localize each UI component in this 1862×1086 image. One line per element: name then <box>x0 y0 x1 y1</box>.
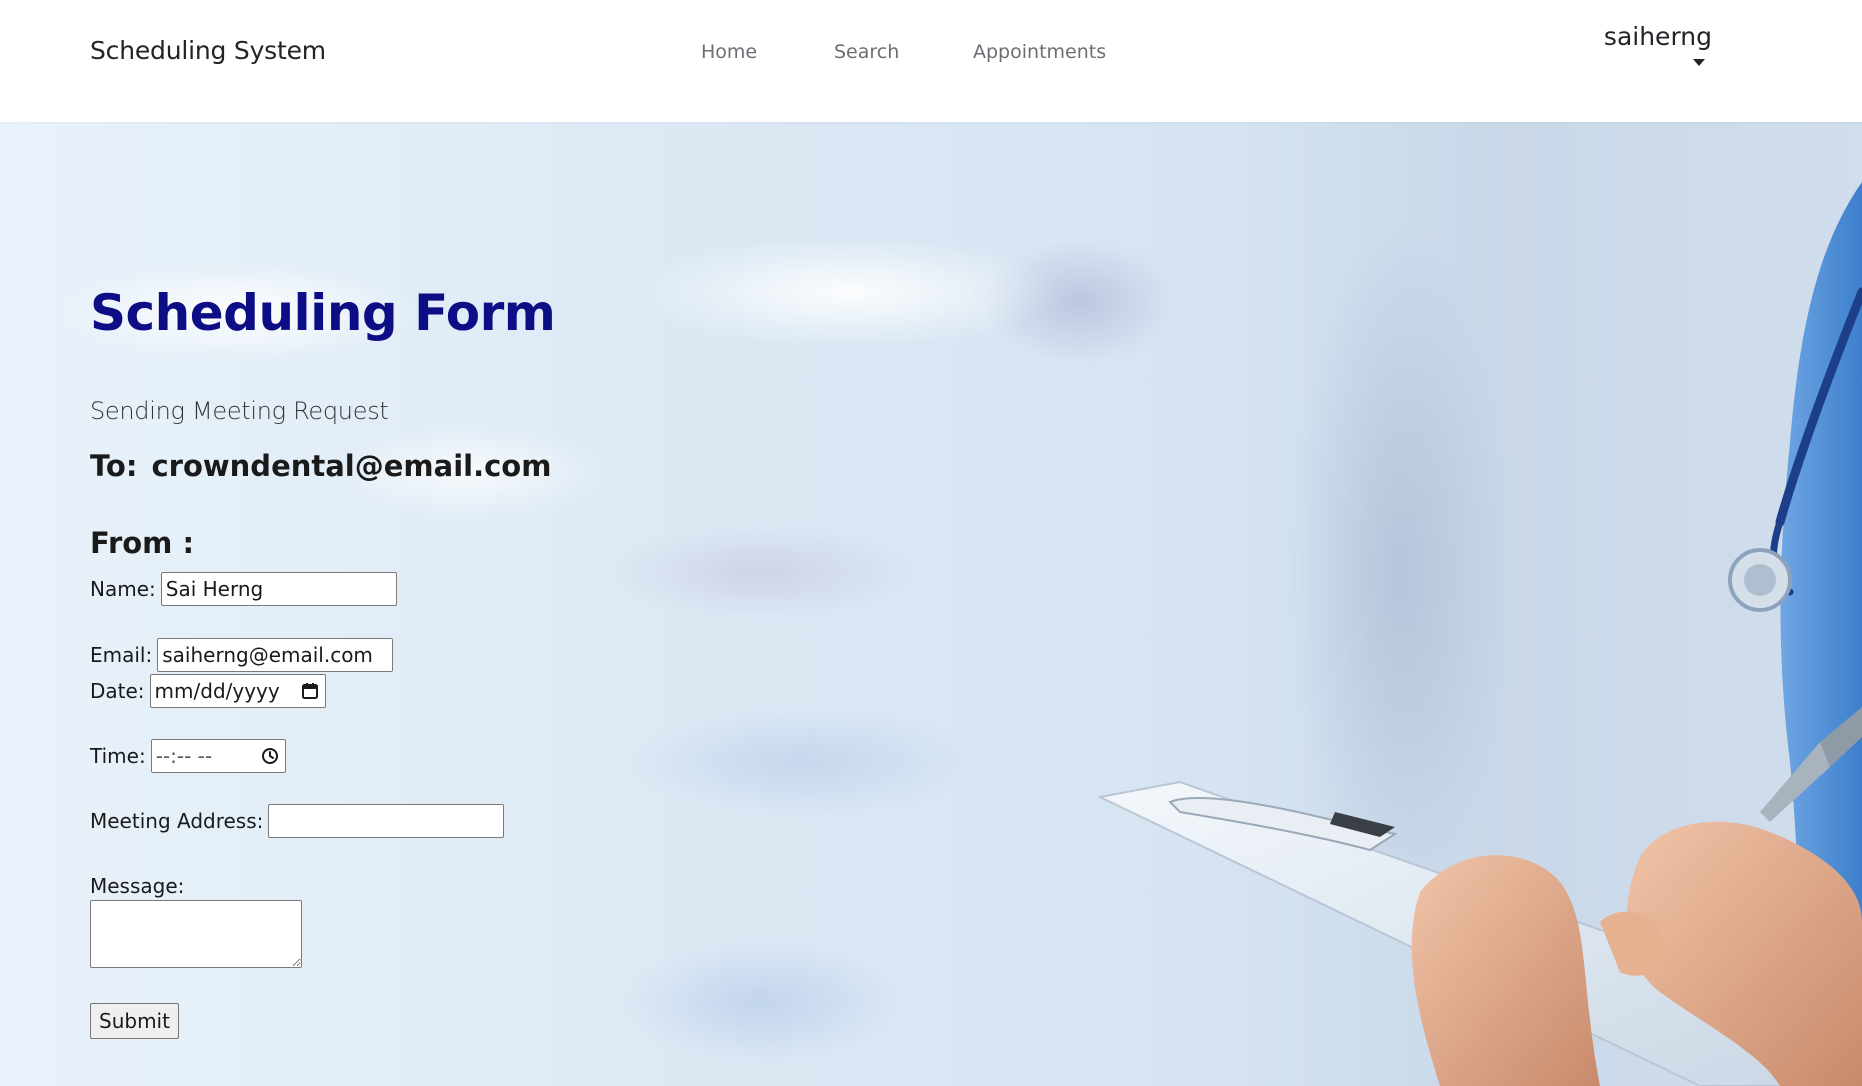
email-label: Email: <box>90 643 153 667</box>
nav-appointments[interactable]: Appointments <box>973 41 1106 63</box>
submit-button[interactable]: Submit <box>90 1003 179 1039</box>
name-input[interactable] <box>165 577 392 601</box>
time-label: Time: <box>90 744 146 768</box>
navbar: Scheduling System Home Search Appointmen… <box>0 0 1862 122</box>
to-line: To: crowndental@email.com <box>90 449 551 483</box>
email-field[interactable] <box>157 638 394 672</box>
date-field[interactable]: mm/dd/yyyy <box>149 674 326 708</box>
date-row: Date: mm/dd/yyyy <box>90 674 326 708</box>
message-label: Message: <box>90 874 185 898</box>
address-row: Meeting Address: <box>90 804 505 838</box>
address-input[interactable] <box>273 809 500 833</box>
user-menu-dropdown[interactable]: saiherng <box>1604 22 1712 66</box>
address-field[interactable] <box>268 804 505 838</box>
time-field[interactable]: --:-- -- <box>150 739 286 773</box>
email-row: Email: <box>90 638 394 672</box>
page-title: Scheduling Form <box>90 284 556 342</box>
name-label: Name: <box>90 577 156 601</box>
time-row: Time: --:-- -- <box>90 739 286 773</box>
nav-home[interactable]: Home <box>701 41 757 63</box>
address-label: Meeting Address: <box>90 809 264 833</box>
user-name: saiherng <box>1603 22 1712 51</box>
to-label: To: <box>90 449 138 483</box>
calendar-icon[interactable] <box>299 680 321 702</box>
from-heading: From : <box>90 526 195 560</box>
name-row: Name: <box>90 572 397 606</box>
message-textarea[interactable] <box>90 900 302 968</box>
caret-down-icon <box>1693 59 1705 66</box>
email-input[interactable] <box>162 643 389 667</box>
brand-link[interactable]: Scheduling System <box>90 36 326 65</box>
subtitle: Sending Meeting Request <box>90 397 389 425</box>
name-field[interactable] <box>160 572 397 606</box>
to-email: crowndental@email.com <box>151 449 552 483</box>
nav-search[interactable]: Search <box>834 41 899 63</box>
date-placeholder: mm/dd/yyyy <box>154 679 280 703</box>
date-label: Date: <box>90 679 145 703</box>
clock-icon[interactable] <box>259 745 281 767</box>
time-placeholder: --:-- -- <box>155 744 213 768</box>
